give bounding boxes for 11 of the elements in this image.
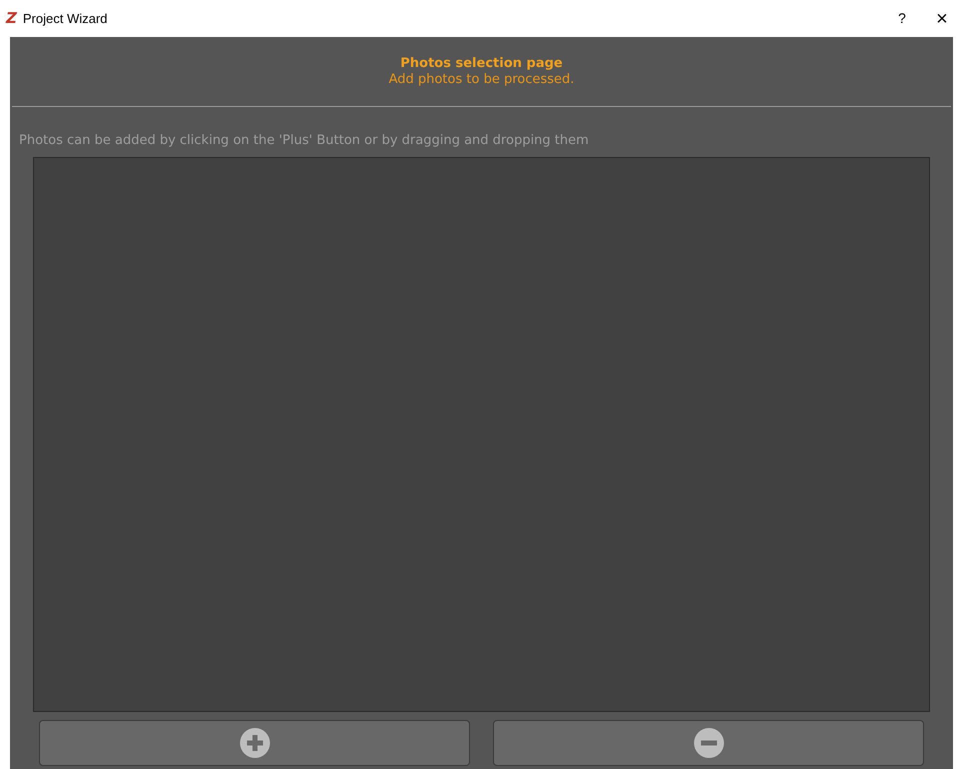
plus-icon bbox=[240, 728, 270, 758]
app-logo: Z bbox=[6, 8, 17, 30]
page-title: Photos selection page bbox=[400, 56, 563, 72]
help-button[interactable]: ? bbox=[887, 8, 917, 29]
close-button[interactable]: × bbox=[927, 4, 957, 34]
minus-icon bbox=[694, 728, 724, 758]
remove-button[interactable] bbox=[493, 720, 924, 766]
instructions-text: Photos can be added by clicking on the 'Plus' Button or by dragging and dropping them bbox=[19, 133, 589, 148]
add-button[interactable] bbox=[39, 720, 470, 766]
window-title: Project Wizard bbox=[22, 10, 108, 28]
page-subtitle: Add photos to be processed. bbox=[388, 72, 574, 88]
